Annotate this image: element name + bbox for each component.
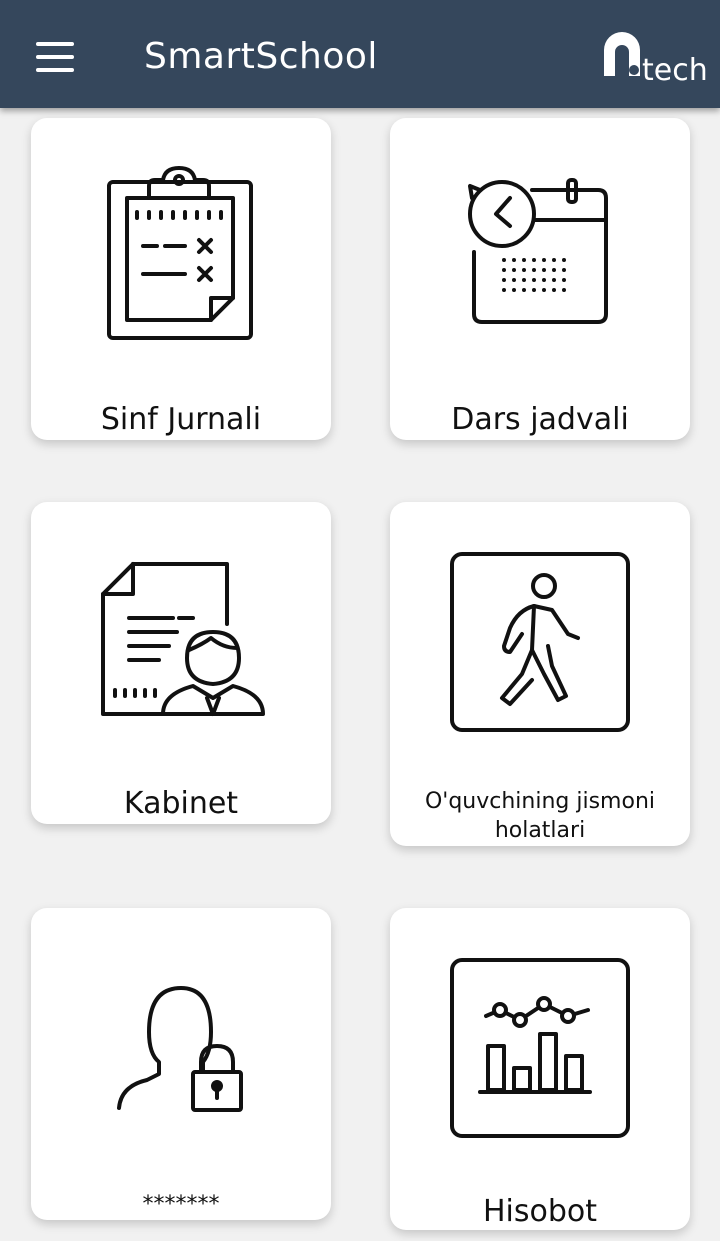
menu-icon[interactable] xyxy=(36,42,76,72)
atech-logo: tech xyxy=(604,32,708,86)
card-label: O'quvchining jismoni holatlari xyxy=(424,789,656,843)
hisobot-card[interactable]: Hisobot xyxy=(390,908,690,1230)
card-label: ******* xyxy=(142,1192,220,1217)
card-label: Kabinet xyxy=(123,786,239,821)
card-label: Dars jadvali xyxy=(451,402,629,437)
app-bar: SmartSchool tech xyxy=(0,0,720,108)
card-label: Hisobot xyxy=(482,1194,598,1229)
card-label: Sinf Jurnali xyxy=(100,402,262,437)
sinf-jurnali-card[interactable]: Sinf Jurnali xyxy=(31,118,331,440)
walking-person-icon xyxy=(450,552,630,732)
dars-jadvali-card[interactable]: Dars jadvali xyxy=(390,118,690,440)
chart-report-icon xyxy=(450,958,630,1138)
logo-text: tech xyxy=(642,53,708,86)
user-lock-icon xyxy=(117,986,243,1112)
password-card[interactable]: ******* xyxy=(31,908,331,1220)
kabinet-card[interactable]: Kabinet xyxy=(31,502,331,824)
document-person-icon xyxy=(101,562,265,716)
clipboard-checklist-icon xyxy=(107,166,253,340)
app-title: SmartSchool xyxy=(144,36,378,77)
jismoni-holatlari-card[interactable]: O'quvchining jismoni holatlari xyxy=(390,502,690,846)
calendar-clock-icon xyxy=(468,178,608,324)
